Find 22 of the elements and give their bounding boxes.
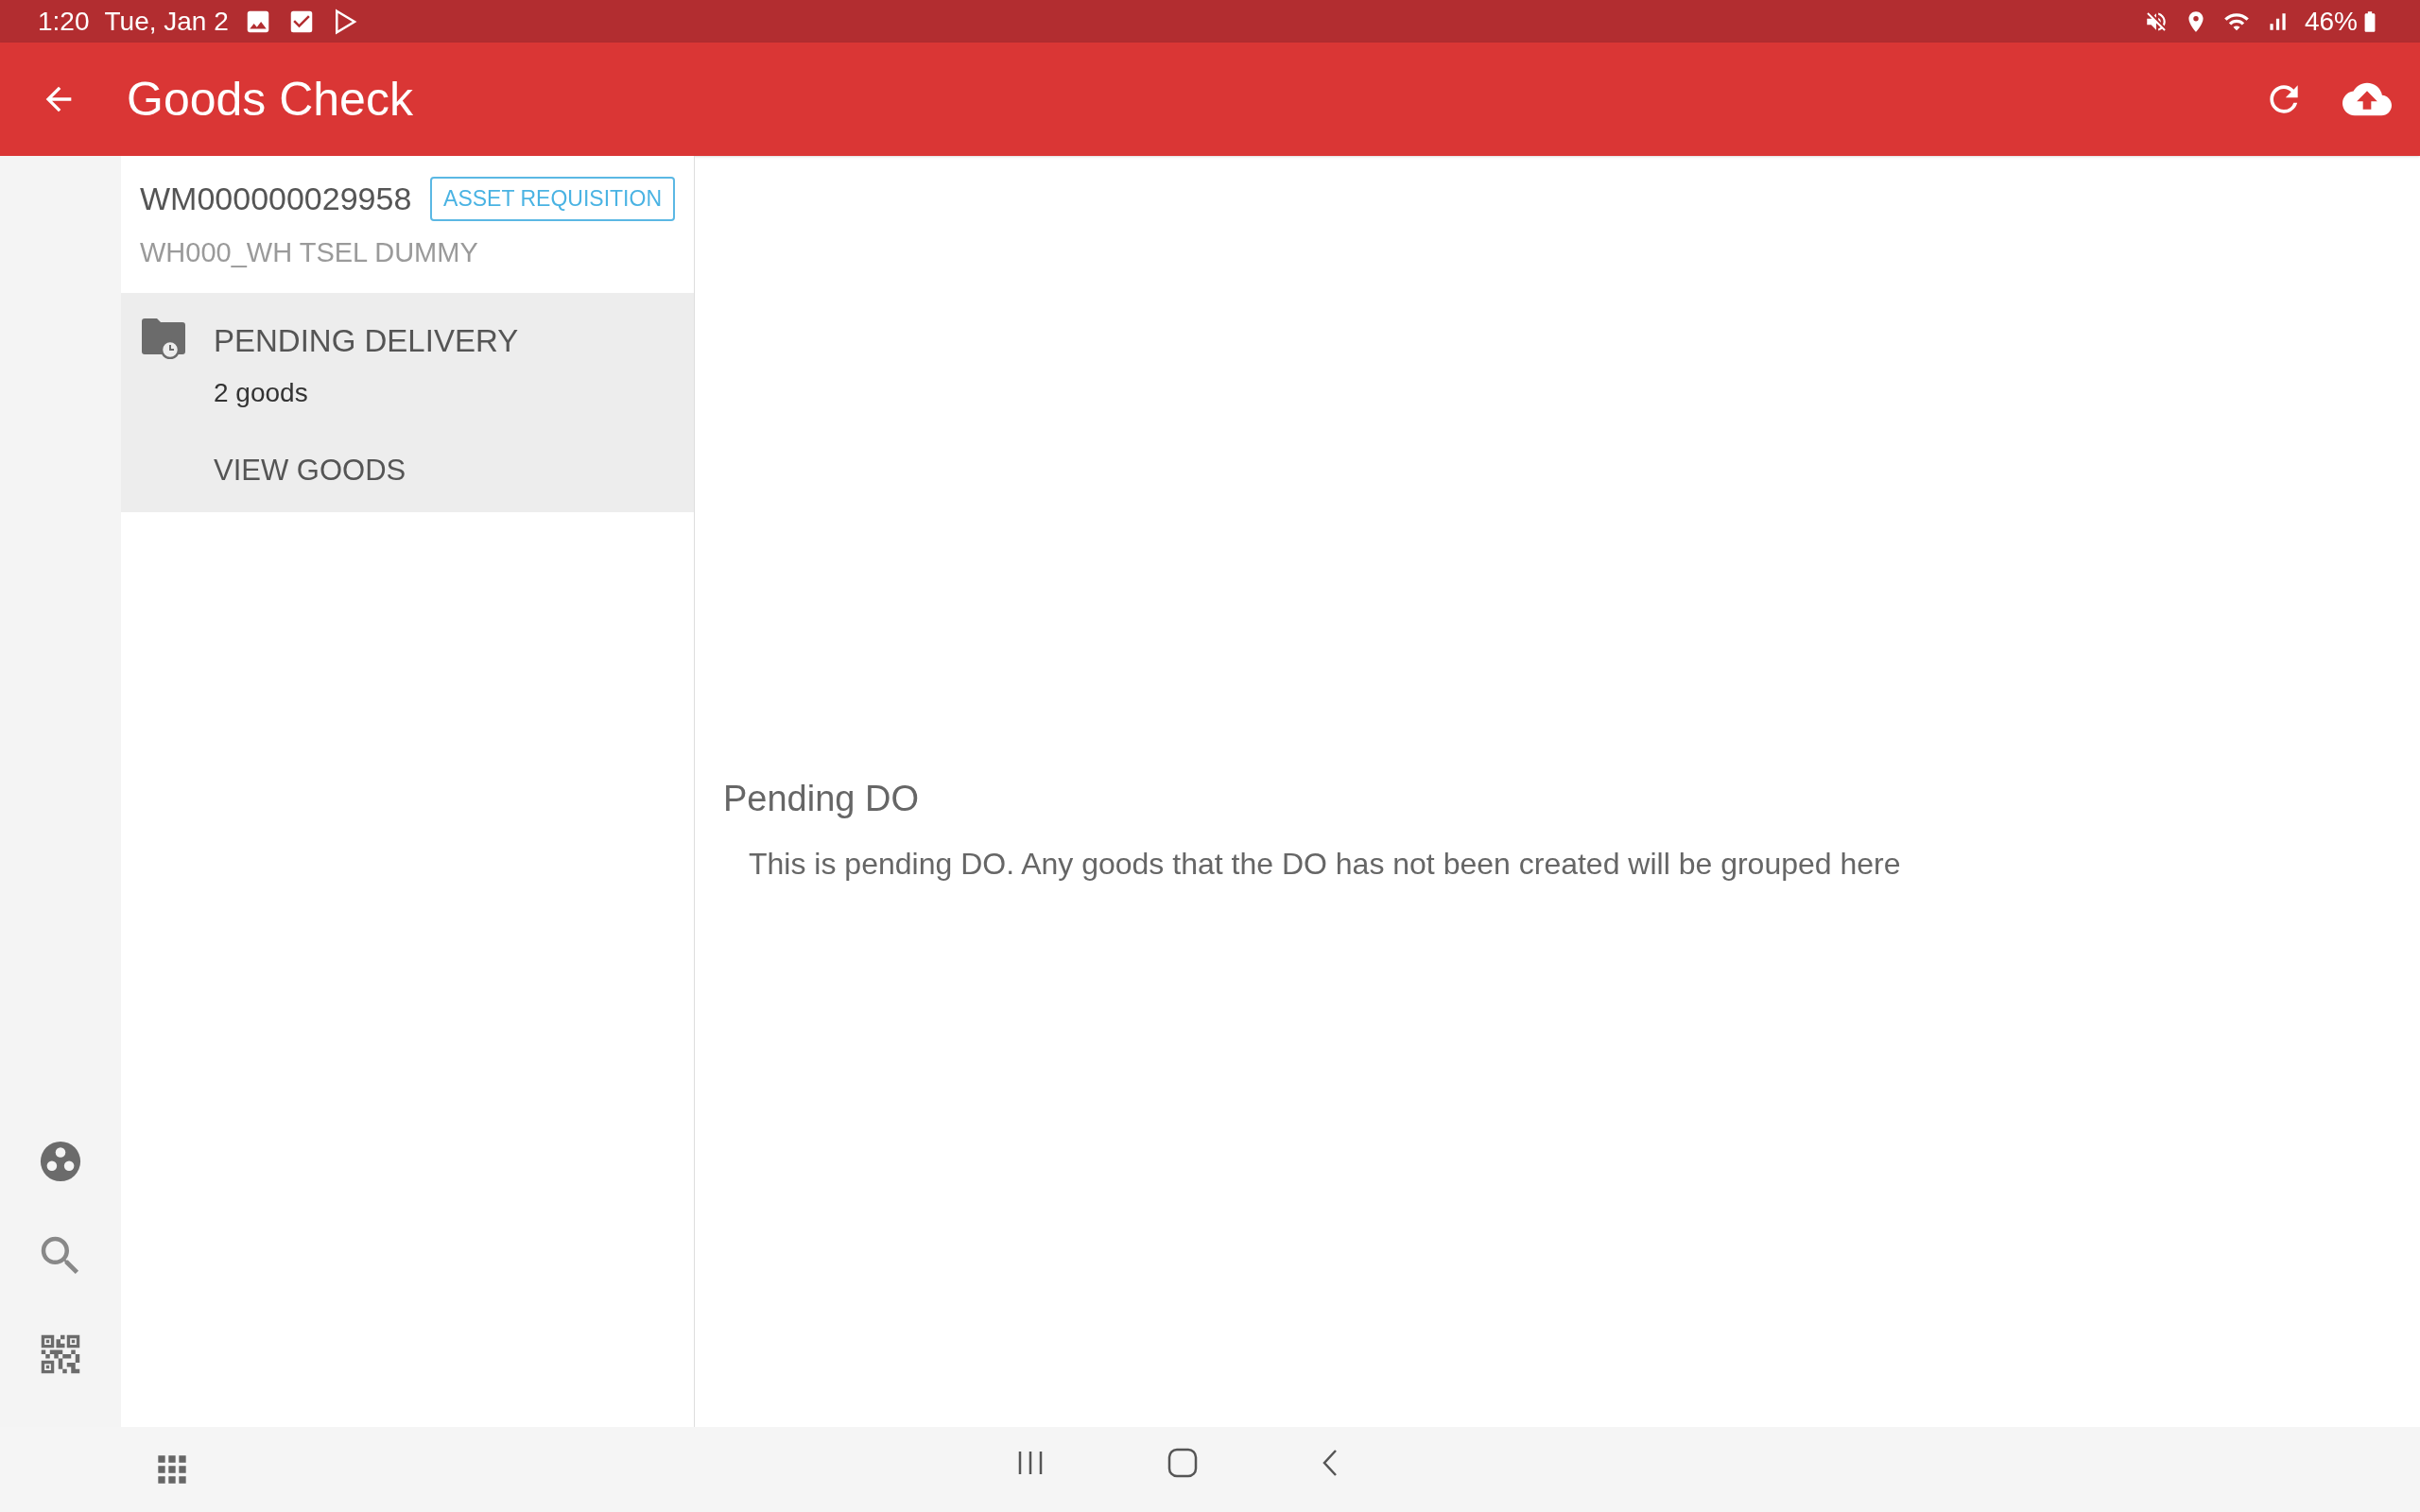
chevron-left-icon xyxy=(1321,1448,1340,1478)
back-nav-button[interactable] xyxy=(1321,1448,1340,1478)
folder-clock-icon xyxy=(142,317,185,359)
detail-description: This is pending DO. Any goods that the DO has not been created will be grouped here xyxy=(749,846,1902,883)
detail-title: Pending DO xyxy=(723,778,920,820)
app-title: Goods Check xyxy=(127,71,413,128)
recent-apps-button[interactable] xyxy=(1016,1449,1045,1477)
circle-dots-icon xyxy=(39,1140,82,1183)
group-title: PENDING DELIVERY xyxy=(214,321,519,360)
goods-count: 2 goods xyxy=(214,377,309,409)
view-goods-button[interactable]: VIEW GOODS xyxy=(214,449,519,493)
three-lines-icon xyxy=(1016,1449,1045,1477)
group-item[interactable]: PENDING DELIVERY 2 goods VIEW GOODS xyxy=(121,292,694,512)
requisition-number: WM000000029958 xyxy=(140,180,412,218)
status-time: 1:20 xyxy=(38,5,90,38)
rounded-square-icon xyxy=(1167,1448,1198,1478)
group-button[interactable] xyxy=(39,1140,82,1183)
battery-percent: 46% xyxy=(2304,5,2358,38)
warehouse-name: WH000_WH TSEL DUMMY xyxy=(140,236,479,269)
home-button[interactable] xyxy=(1167,1448,1198,1478)
requisition-type-badge: ASSET REQUISITION xyxy=(430,177,675,221)
status-date: Tue, Jan 2 xyxy=(104,5,229,38)
